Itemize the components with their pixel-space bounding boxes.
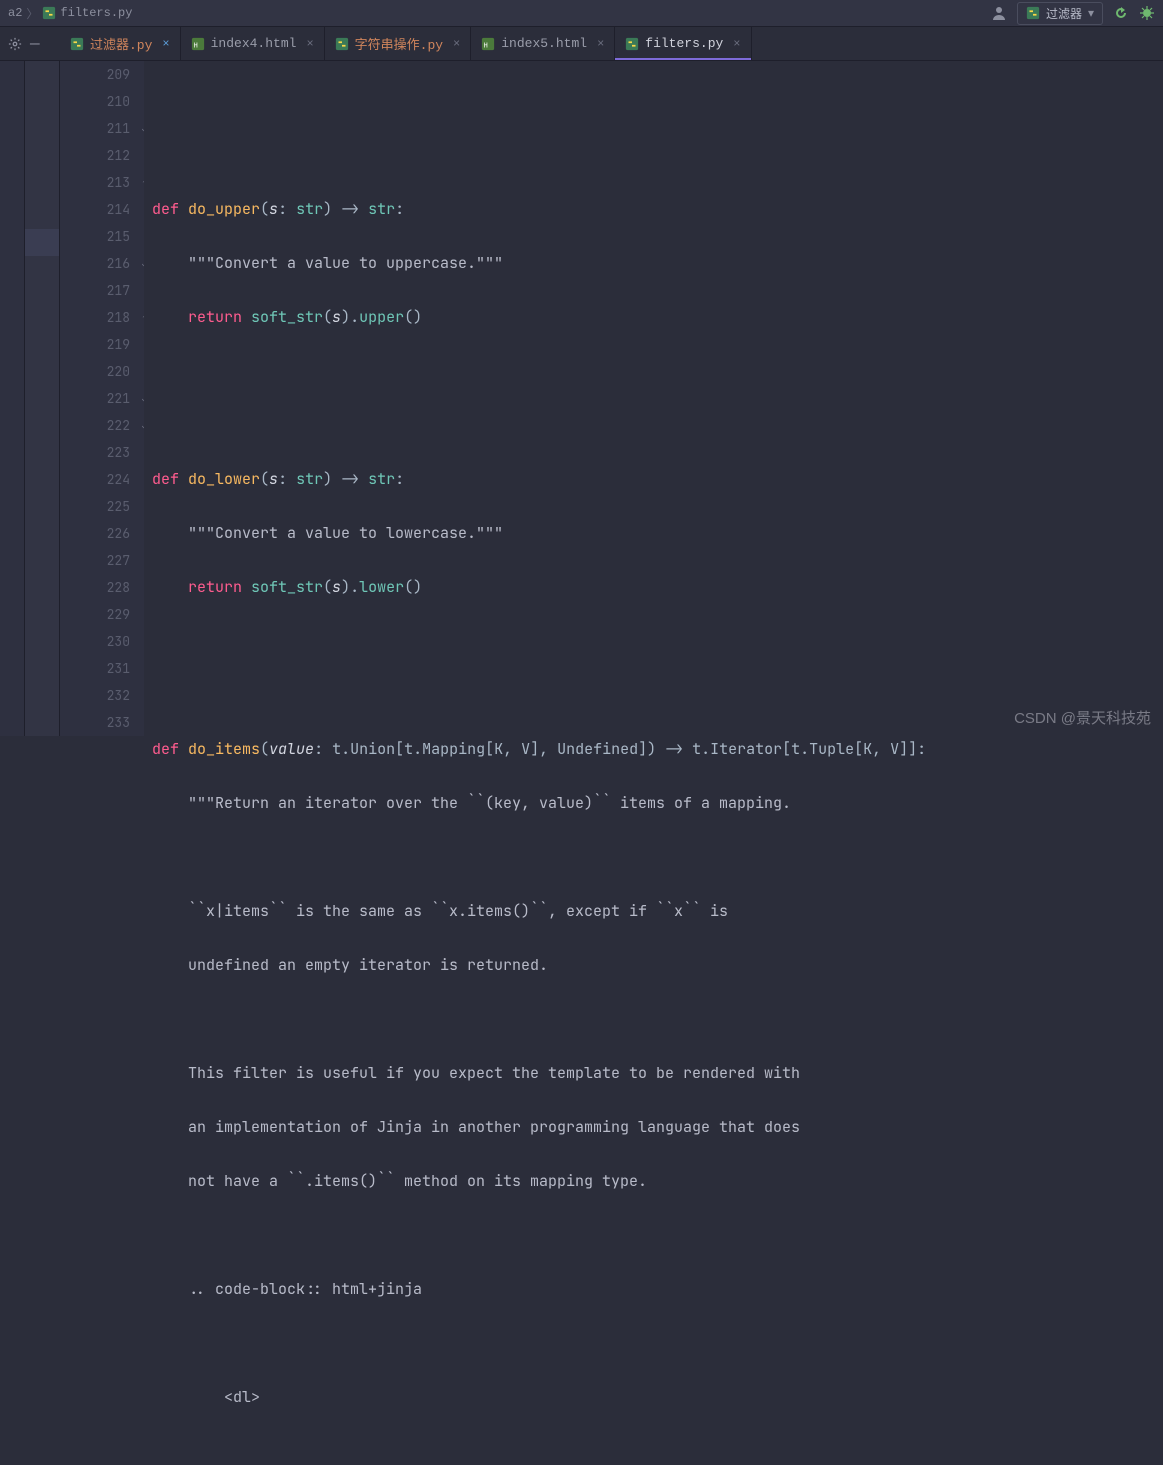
debug-icon[interactable] [1139, 5, 1155, 21]
tab-file-2[interactable]: 字符串操作.py × [325, 27, 472, 60]
line-number: 229 [60, 601, 130, 628]
line-number: 212 [60, 142, 130, 169]
line-gutter: 209 210 211 212 213 214 215 216 217 218 … [60, 61, 144, 736]
line-number: 217 [60, 277, 130, 304]
tabs: 过滤器.py × H index4.html × 字符串操作.py × H in… [60, 27, 752, 60]
close-icon[interactable]: × [306, 37, 313, 51]
line-number: 215 [60, 223, 130, 250]
line-number: 223 [60, 439, 130, 466]
breadcrumb-sep: 〉 [26, 5, 38, 22]
tab-label: filters.py [645, 36, 723, 51]
line-number: 226 [60, 520, 130, 547]
breadcrumb: a2 〉 filters.py [8, 5, 132, 22]
tab-bar: — 过滤器.py × H index4.html × 字符串操作.py × H … [0, 27, 1163, 61]
tool-window-bar[interactable] [0, 61, 25, 736]
line-number: 216 [60, 250, 130, 277]
tab-label: index5.html [501, 36, 587, 51]
tab-label: index4.html [211, 36, 297, 51]
tab-label: 过滤器.py [90, 34, 152, 53]
python-file-icon [42, 6, 56, 20]
close-icon[interactable]: × [733, 37, 740, 51]
breadcrumb-parent[interactable]: a2 [8, 6, 22, 20]
line-number: 214 [60, 196, 130, 223]
line-number: 227 [60, 547, 130, 574]
tab-file-4[interactable]: filters.py × [615, 27, 751, 60]
close-icon[interactable]: × [162, 37, 169, 51]
chevron-down-icon: ▾ [1088, 6, 1094, 21]
line-number: 213 [60, 169, 130, 196]
svg-text:H: H [484, 42, 488, 50]
line-number: 209 [60, 61, 130, 88]
top-bar: a2 〉 filters.py 过滤器 ▾ [0, 0, 1163, 27]
line-number: 233 [60, 709, 130, 736]
line-number: 231 [60, 655, 130, 682]
line-number: 230 [60, 628, 130, 655]
line-number: 211 [60, 115, 130, 142]
line-number: 232 [60, 682, 130, 709]
line-number: 225 [60, 493, 130, 520]
python-file-icon [625, 37, 639, 51]
collapse-icon[interactable]: — [30, 35, 40, 53]
python-icon [1026, 6, 1040, 20]
line-number: 219 [60, 331, 130, 358]
line-number: 210 [60, 88, 130, 115]
line-number: 220 [60, 358, 130, 385]
breadcrumb-file[interactable]: filters.py [60, 6, 132, 20]
code-editor[interactable]: def do_upper(s: str) -> str: """Convert … [144, 61, 1163, 736]
run-config-selector[interactable]: 过滤器 ▾ [1017, 2, 1103, 25]
python-file-icon [70, 37, 84, 51]
settings-icon[interactable] [8, 37, 22, 51]
line-number: 224 [60, 466, 130, 493]
rerun-icon[interactable] [1113, 5, 1129, 21]
toolbar-left: — [0, 35, 60, 53]
html-file-icon: H [481, 37, 495, 51]
tab-file-0[interactable]: 过滤器.py × [60, 27, 181, 60]
project-strip[interactable] [25, 61, 60, 736]
svg-text:H: H [193, 42, 197, 50]
html-file-icon: H [191, 37, 205, 51]
top-right-controls: 过滤器 ▾ [991, 2, 1155, 25]
close-icon[interactable]: × [597, 37, 604, 51]
tab-file-1[interactable]: H index4.html × [181, 27, 325, 60]
tab-label: 字符串操作.py [355, 34, 443, 53]
line-number: 222 [60, 412, 130, 439]
watermark: CSDN @景天科技苑 [1014, 707, 1151, 728]
line-number: 218 [60, 304, 130, 331]
tab-file-3[interactable]: H index5.html × [471, 27, 615, 60]
line-number: 228 [60, 574, 130, 601]
run-config-label: 过滤器 [1046, 5, 1082, 22]
project-selection [25, 229, 59, 256]
python-file-icon [335, 37, 349, 51]
user-icon[interactable] [991, 5, 1007, 21]
close-icon[interactable]: × [453, 37, 460, 51]
editor-area: 209 210 211 212 213 214 215 216 217 218 … [0, 61, 1163, 736]
line-number: 221 [60, 385, 130, 412]
